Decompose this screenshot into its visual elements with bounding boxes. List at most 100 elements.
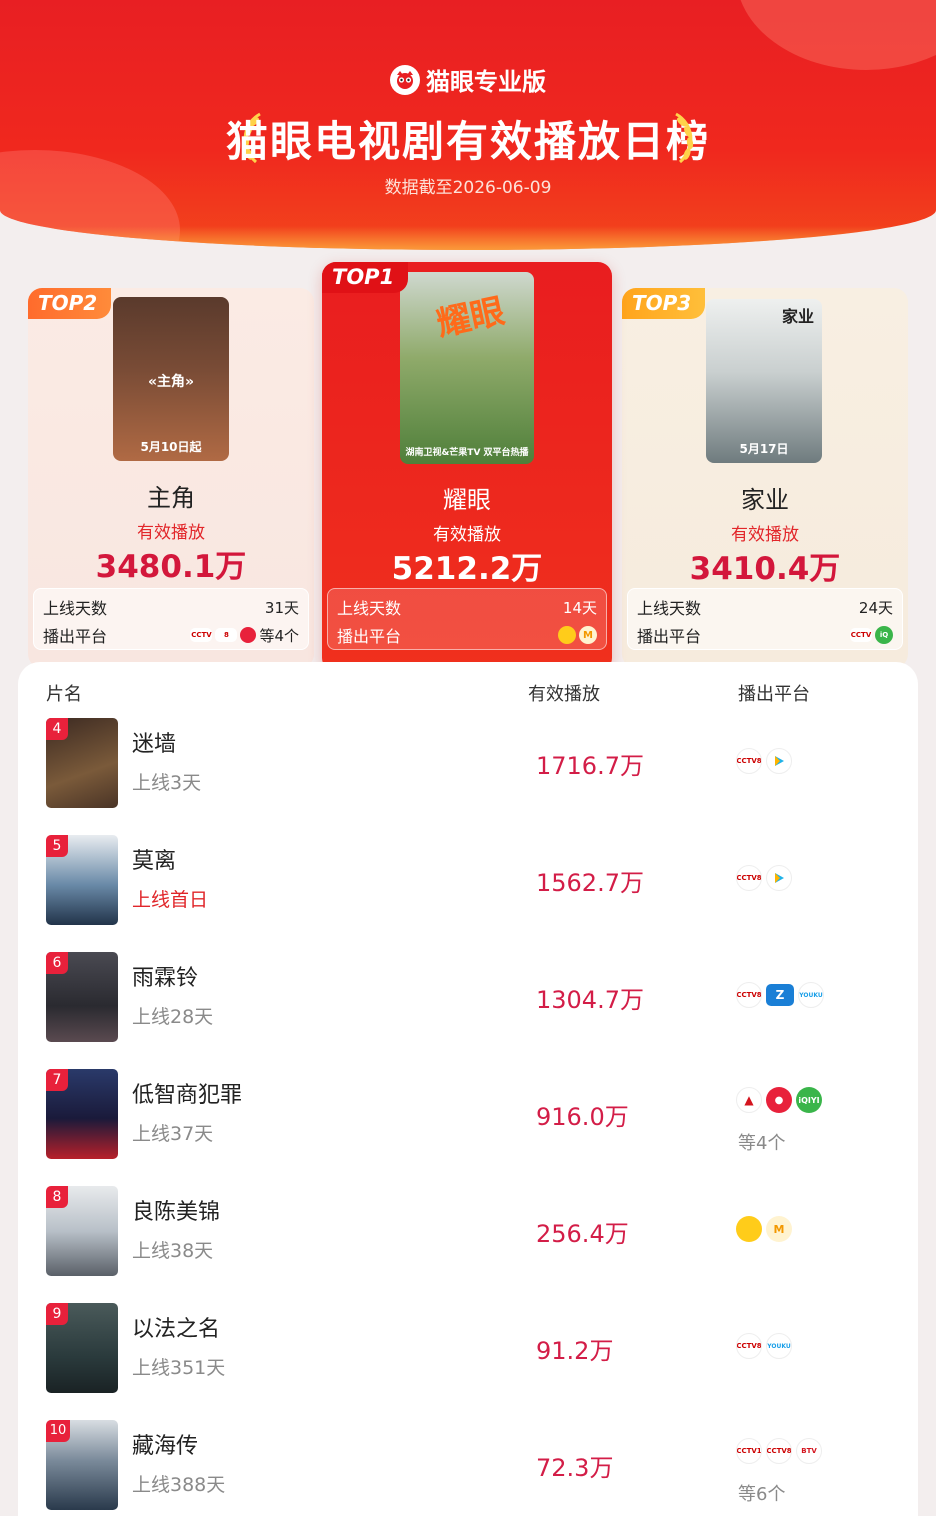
platform-icons: M — [736, 1216, 792, 1242]
views-value: 3480.1万 — [95, 549, 247, 585]
days-label: 上线天数 — [637, 599, 702, 618]
youku-icon: YOUKU — [798, 982, 824, 1008]
rank-badge: 8 — [46, 1186, 68, 1208]
table-row[interactable]: 7 低智商犯罪 上线37天 916.0万 ▲ ● iQIYI 等4个 — [18, 1069, 918, 1186]
laurel-icon — [675, 112, 694, 164]
dragon-tv-icon: ▲ — [736, 1087, 762, 1113]
top-card-rank3[interactable]: 家业 5月17日 TOP3 家业 有效播放 3410.4万 上线天数 24天 播… — [622, 288, 908, 668]
views-value: 1562.7万 — [536, 869, 644, 897]
rank-badge: 6 — [46, 952, 68, 974]
tencent-video-icon — [766, 748, 792, 774]
platform-icons: CCTV8 — [736, 748, 792, 774]
days-online: 上线37天 — [132, 1123, 214, 1145]
poster-thumb: 6 — [46, 952, 118, 1042]
decor-glow — [0, 226, 936, 250]
rank-tag: TOP2 — [28, 288, 112, 319]
btv-icon: BTV — [796, 1438, 822, 1464]
views-value: 5212.2万 — [391, 551, 543, 587]
redcircle-icon — [240, 627, 257, 643]
table-row[interactable]: 8 良陈美锦 上线38天 256.4万 M — [18, 1186, 918, 1303]
youku-icon: YOUKU — [766, 1333, 792, 1359]
cctv8-icon: CCTV8 — [766, 1438, 792, 1464]
views-value: 1716.7万 — [536, 752, 644, 780]
ranking-table: 片名 有效播放 播出平台 4 迷墙 上线3天 1716.7万 CCTV8 5 莫… — [18, 662, 918, 1516]
top-card-rank2[interactable]: «主角» 5月10日起 TOP2 主角 有效播放 3480.1万 上线天数 31… — [28, 288, 314, 668]
poster: 家业 5月17日 — [706, 299, 822, 463]
column-header-views: 有效播放 — [528, 684, 600, 705]
info-box: 上线天数 14天 播出平台 M — [327, 588, 607, 650]
cctv-icon: CCTV — [850, 628, 872, 642]
iqiyi-icon: iQIYI — [796, 1087, 822, 1113]
poster-date: 5月17日 — [739, 442, 789, 456]
drama-name: 家业 — [741, 486, 789, 514]
drama-title: 藏海传 — [132, 1434, 199, 1459]
table-row[interactable]: 5 莫离 上线首日 1562.7万 CCTV8 — [18, 835, 918, 952]
days-online: 上线388天 — [132, 1474, 226, 1496]
decor-blob — [736, 0, 936, 70]
poster-title: 家业 — [781, 307, 814, 326]
column-header-platform: 播出平台 — [738, 684, 810, 705]
views-label: 有效播放 — [137, 523, 205, 543]
platform-icons: CCTV1 CCTV8 BTV — [736, 1438, 822, 1464]
views-value: 1304.7万 — [536, 986, 644, 1014]
drama-title: 迷墙 — [132, 732, 177, 757]
drama-title: 雨霖铃 — [132, 966, 199, 991]
views-value: 916.0万 — [536, 1103, 629, 1131]
platform-icons: ▲ ● iQIYI — [736, 1087, 822, 1113]
mango-tv-icon: M — [766, 1216, 792, 1242]
poster: «主角» 5月10日起 — [113, 297, 229, 461]
poster-thumb: 7 — [46, 1069, 118, 1159]
platform-label: 播出平台 — [637, 627, 702, 646]
column-header-title: 片名 — [46, 684, 82, 705]
rank-badge: 4 — [46, 718, 68, 740]
mango-tv-icon: M — [579, 626, 597, 644]
poster-thumb: 5 — [46, 835, 118, 925]
table-row[interactable]: 9 以法之名 上线351天 91.2万 CCTV8 YOUKU — [18, 1303, 918, 1420]
platform-icons: CCTV8 — [736, 865, 792, 891]
views-value: 72.3万 — [536, 1454, 614, 1482]
drama-name: 耀眼 — [443, 486, 491, 514]
iqiyi-icon: iQ — [875, 626, 893, 644]
cctv8-icon: CCTV8 — [736, 865, 762, 891]
cctv8-icon: CCTV8 — [736, 1333, 762, 1359]
drama-name: 主角 — [147, 484, 195, 512]
days-label: 上线天数 — [43, 599, 108, 618]
platform-more: 等4个 — [259, 626, 299, 645]
drama-title: 以法之名 — [132, 1317, 221, 1342]
poster-thumb: 10 — [46, 1420, 118, 1510]
poster: 耀眼 湖南卫视&芒果TV 双平台热播 — [400, 272, 534, 464]
poster-thumb: 8 — [46, 1186, 118, 1276]
cctv8-icon: CCTV8 — [736, 748, 762, 774]
hunan-tv-icon — [558, 626, 576, 644]
rank-badge: 10 — [46, 1420, 70, 1442]
views-label: 有效播放 — [731, 525, 799, 545]
platform-label: 播出平台 — [43, 627, 108, 646]
page-title: 猫眼电视剧有效播放日榜 — [225, 117, 710, 166]
views-value: 3410.4万 — [689, 551, 841, 587]
hunan-tv-icon — [736, 1216, 762, 1242]
days-value: 24天 — [858, 598, 893, 617]
days-value: 14天 — [562, 598, 597, 617]
cctv8-icon: 8 — [215, 628, 238, 642]
info-box: 上线天数 31天 播出平台 CCTV 8 等4个 — [33, 588, 309, 650]
platform-icons: CCTV8 YOUKU — [736, 1333, 792, 1359]
views-label: 有效播放 — [433, 525, 501, 545]
table-row[interactable]: 6 雨霖铃 上线28天 1304.7万 CCTV8 Z YOUKU — [18, 952, 918, 1069]
header-banner: 猫眼专业版 猫眼电视剧有效播放日榜 数据截至2026-06-09 — [0, 0, 936, 250]
info-box: 上线天数 24天 播出平台 CCTV iQ — [627, 588, 903, 650]
rank-tag: TOP1 — [322, 262, 409, 293]
days-label: 上线天数 — [337, 599, 402, 618]
platform-label: 播出平台 — [337, 627, 402, 646]
days-online: 上线28天 — [132, 1006, 214, 1028]
poster-thumb: 9 — [46, 1303, 118, 1393]
maoyan-cat-icon — [390, 64, 420, 95]
rank-tag: TOP3 — [622, 288, 706, 319]
poster-thumb: 4 — [46, 718, 118, 808]
table-row[interactable]: 10 藏海传 上线388天 72.3万 CCTV1 CCTV8 BTV 等6个 — [18, 1420, 918, 1516]
top-card-rank1[interactable]: 耀眼 湖南卫视&芒果TV 双平台热播 TOP1 耀眼 有效播放 5212.2万 … — [322, 262, 612, 672]
poster-title: 耀眼 — [433, 291, 509, 345]
days-online: 上线351天 — [132, 1357, 226, 1379]
rank-badge: 9 — [46, 1303, 68, 1325]
drama-title: 低智商犯罪 — [132, 1083, 243, 1108]
table-row[interactable]: 4 迷墙 上线3天 1716.7万 CCTV8 — [18, 718, 918, 835]
